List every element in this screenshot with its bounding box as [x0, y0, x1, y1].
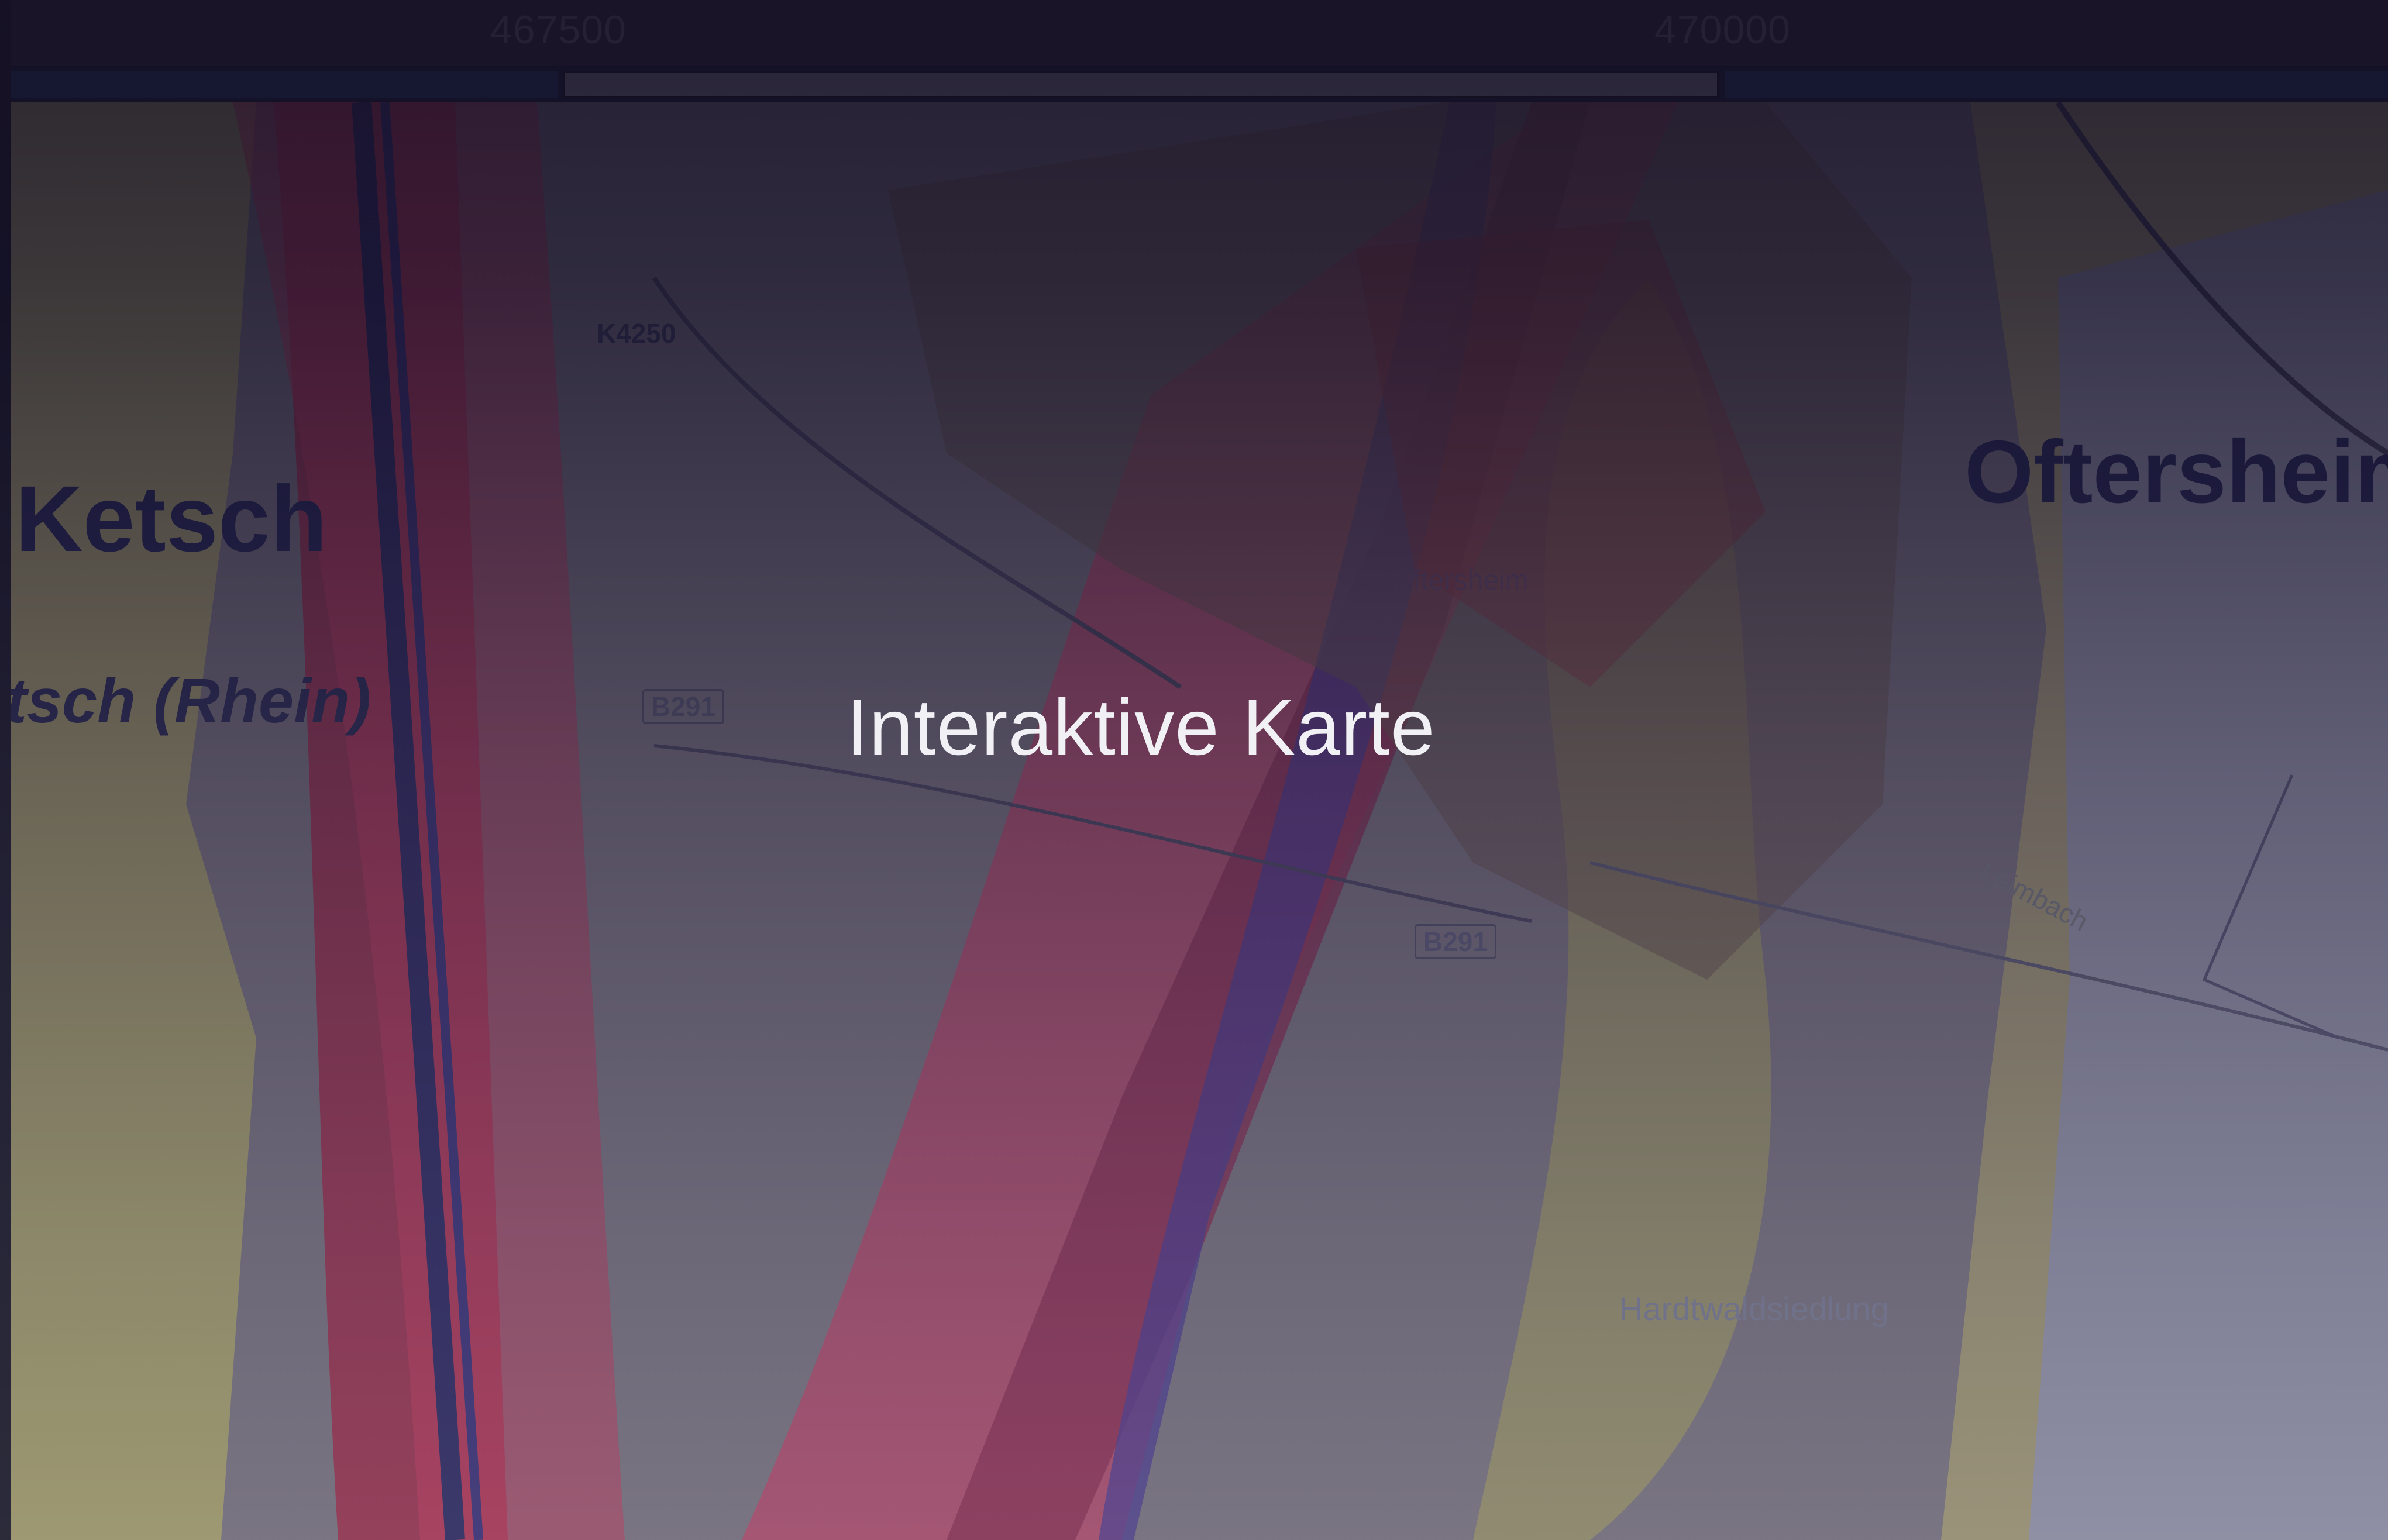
- scale-bar: [11, 67, 2388, 101]
- ruler-tick-label: 467500: [490, 8, 627, 52]
- scale-bar-segment: [1725, 71, 2388, 98]
- ruler-tick-label: 470000: [1654, 8, 1791, 52]
- place-label-ketsch: Ketsch: [15, 466, 328, 571]
- road-shield-b291: B291: [1415, 924, 1496, 959]
- place-label-hardtwaldsiedlung: Hardtwaldsiedlung: [1619, 1290, 1889, 1327]
- map-area-east: [2029, 190, 2388, 1540]
- coordinate-ruler: 467500 470000: [11, 0, 2388, 67]
- map-viewer[interactable]: 467500 470000 Ketsch tsch (Rhein) Ofters…: [0, 0, 2388, 1540]
- scale-bar-segment: [563, 71, 1719, 98]
- place-label-oftersheim: Oftersheim: [1964, 422, 2388, 522]
- scale-bar-segment: [11, 71, 558, 98]
- map-title[interactable]: Interaktive Karte: [0, 681, 2282, 773]
- station-label-oftersheim: Oftersheim: [1391, 565, 1529, 596]
- map-layers: [11, 102, 2388, 1540]
- map-canvas[interactable]: Ketsch tsch (Rhein) Oftersheim Oftershei…: [11, 102, 2388, 1540]
- road-shield-k4250: K4250: [597, 318, 676, 349]
